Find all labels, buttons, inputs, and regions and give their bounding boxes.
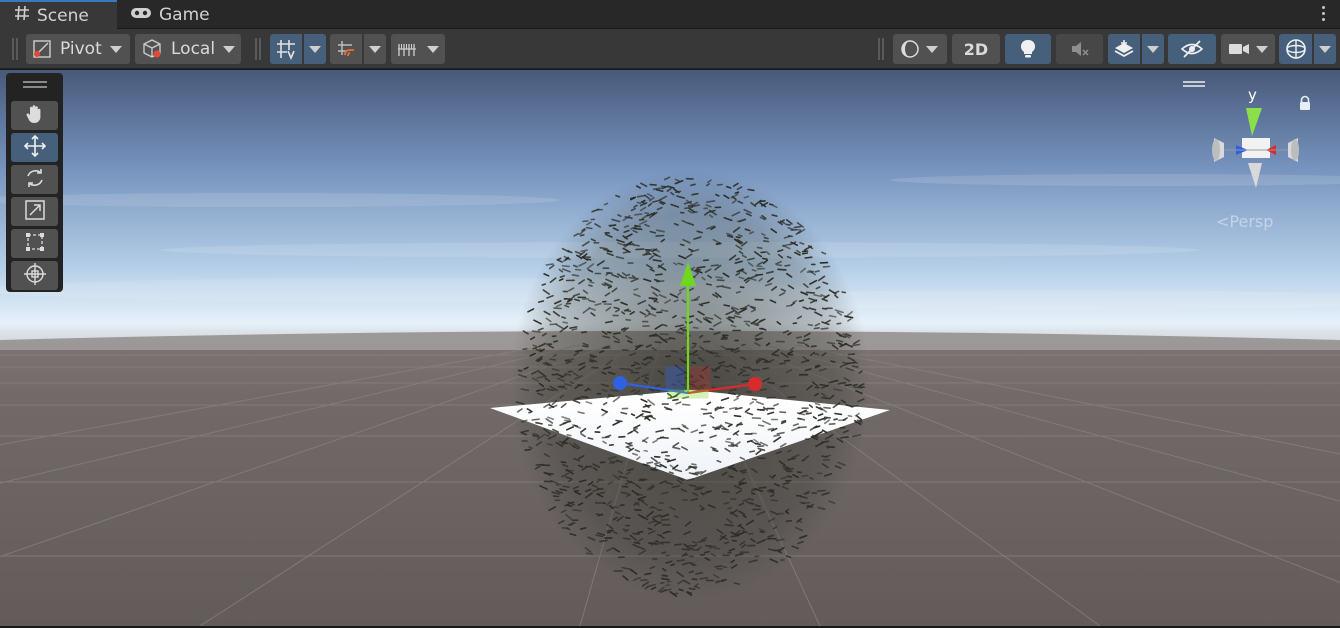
lock-icon[interactable]	[1298, 95, 1312, 115]
scene-toolbar: Pivot Local 2D	[0, 29, 1340, 69]
toolbar-grip[interactable]	[255, 38, 261, 60]
shaded-sphere-icon	[900, 39, 920, 59]
move-tool-button[interactable]	[11, 133, 58, 162]
tool-palette	[6, 73, 63, 292]
scene-viewport[interactable]: y <Persp	[0, 70, 1340, 626]
grid-ruler-icon	[397, 39, 417, 59]
pivot-dropdown[interactable]: Pivot	[26, 34, 130, 64]
hand-icon	[24, 103, 46, 129]
draw-mode-dropdown[interactable]	[893, 34, 947, 64]
scene-visibility-toggle[interactable]	[1168, 34, 1216, 64]
chevron-down-icon	[369, 45, 381, 53]
increment-snap-icon	[335, 38, 357, 60]
chevron-down-icon	[223, 45, 236, 53]
increment-snap-dropdown[interactable]	[364, 34, 386, 64]
transform-tool-button[interactable]	[11, 261, 58, 290]
rect-transform-icon	[24, 231, 46, 257]
audio-toggle[interactable]	[1056, 34, 1103, 64]
persp-label: Persp	[1229, 212, 1274, 231]
tab-scene-label: Scene	[37, 5, 89, 26]
scale-tool-button[interactable]	[11, 197, 58, 226]
chevron-down-icon	[1147, 45, 1159, 53]
pivot-label: Pivot	[60, 39, 102, 59]
scale-icon	[24, 199, 46, 225]
gizmos-globe-icon	[1285, 38, 1307, 60]
chevron-down-icon	[309, 45, 321, 53]
effects-dropdown[interactable]	[1142, 34, 1164, 64]
effects-toggle[interactable]	[1108, 34, 1140, 64]
camera-icon	[1228, 41, 1250, 57]
more-options-icon[interactable]	[1322, 6, 1326, 22]
local-dropdown[interactable]: Local	[135, 34, 241, 64]
rect-tool-button[interactable]	[11, 229, 58, 258]
lighting-toggle[interactable]	[1005, 34, 1051, 64]
projection-label[interactable]: <Persp	[1216, 212, 1273, 231]
toggle-2d-label: 2D	[963, 39, 989, 59]
gamepad-icon	[130, 5, 152, 25]
speaker-muted-icon	[1070, 40, 1090, 58]
rotate-icon	[24, 167, 46, 193]
chevron-left-icon: <	[1216, 212, 1230, 231]
grid-visibility-dropdown[interactable]	[391, 34, 445, 64]
toolbar-grip-right[interactable]	[878, 38, 884, 60]
scene-render	[0, 70, 1340, 626]
grid-snap-dropdown[interactable]	[304, 34, 326, 64]
hand-tool-button[interactable]	[11, 101, 58, 130]
pivot-icon	[32, 39, 52, 59]
hash-icon	[14, 5, 30, 26]
gizmos-dropdown[interactable]	[1314, 34, 1336, 64]
rotate-tool-button[interactable]	[11, 165, 58, 194]
eye-hidden-icon	[1180, 40, 1204, 58]
chevron-down-icon	[427, 45, 439, 53]
local-cube-icon	[141, 38, 163, 60]
chevron-down-icon	[109, 45, 122, 53]
grid-snap-toggle[interactable]	[270, 34, 302, 64]
tab-game[interactable]: Game	[130, 0, 220, 29]
tab-scene[interactable]: Scene	[0, 0, 117, 29]
chevron-down-icon	[1319, 45, 1331, 53]
increment-snap-toggle[interactable]	[330, 34, 362, 64]
gizmo-drag-handle[interactable]	[1183, 81, 1205, 87]
toggle-2d-button[interactable]: 2D	[952, 34, 1000, 64]
window-tab-bar: Scene Game	[0, 0, 1340, 29]
chevron-down-icon	[1256, 45, 1268, 53]
grid-snap-icon	[275, 38, 297, 60]
gizmos-toggle[interactable]	[1279, 34, 1312, 64]
chevron-down-icon	[926, 45, 938, 53]
lightbulb-icon	[1019, 39, 1037, 59]
transform-icon	[23, 262, 47, 290]
local-label: Local	[171, 39, 216, 59]
camera-dropdown[interactable]	[1221, 34, 1275, 64]
tool-palette-handle[interactable]	[10, 77, 59, 91]
toolbar-grip-left[interactable]	[12, 38, 18, 60]
gizmo-axis-y-label[interactable]: y	[1248, 86, 1257, 104]
effects-layers-icon	[1113, 39, 1135, 59]
tab-game-label: Game	[159, 4, 210, 25]
move-arrows-icon	[23, 134, 47, 162]
